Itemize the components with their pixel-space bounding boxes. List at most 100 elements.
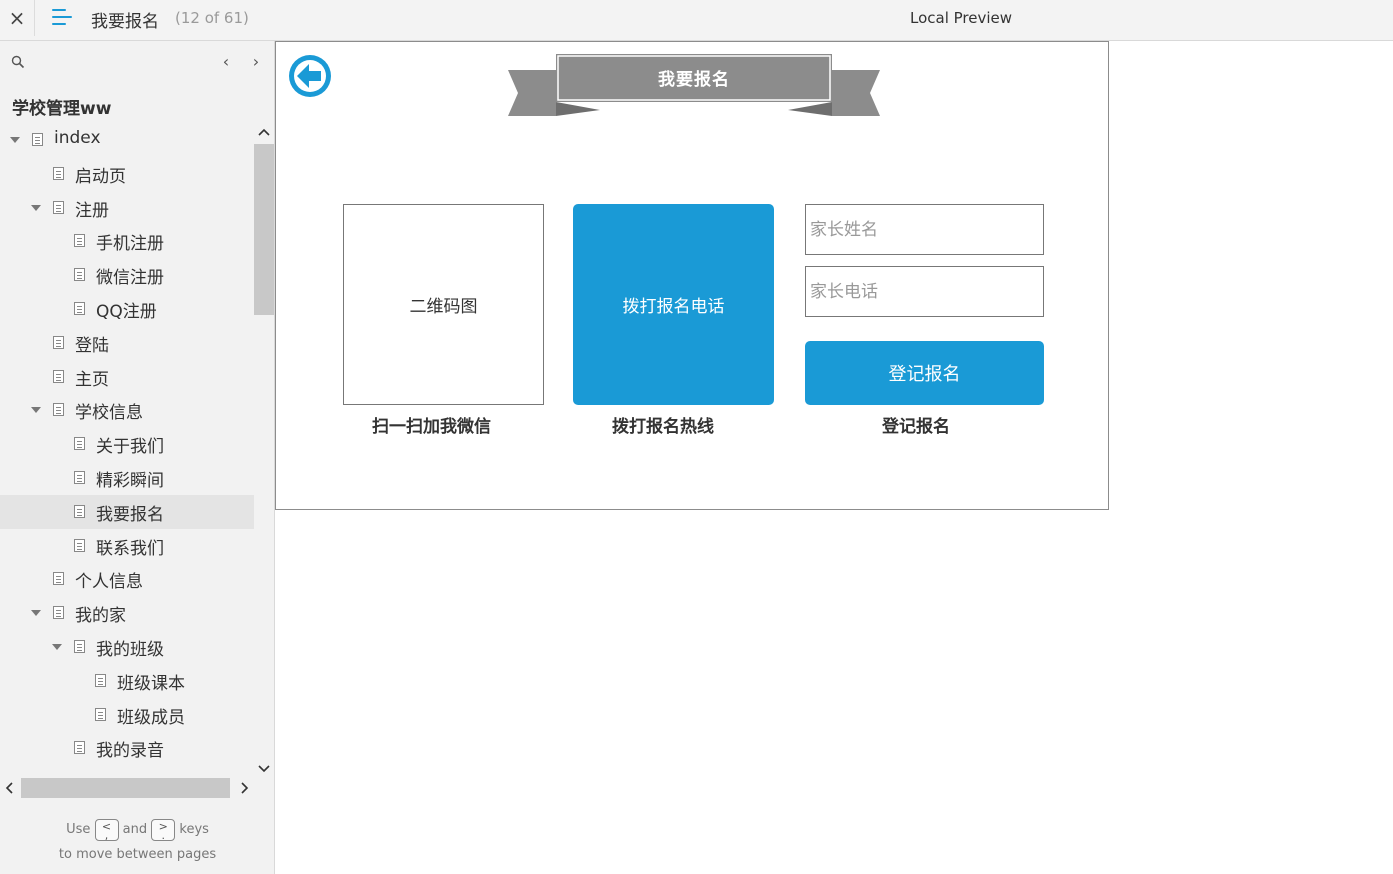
page-icon: [74, 538, 85, 552]
scroll-right-icon[interactable]: [237, 781, 251, 795]
preview-label: Local Preview: [910, 9, 1013, 27]
tree-item-label: 班级成员: [117, 707, 185, 728]
tree-item-label: 我的班级: [96, 640, 164, 660]
project-name: 学校管理ww: [12, 99, 112, 119]
tree-item[interactable]: 班级课本: [0, 664, 254, 698]
page-icon: [95, 707, 106, 721]
tree-item-label: 学校信息: [75, 403, 143, 424]
caption-register: 登记报名: [882, 417, 950, 437]
page-icon: [53, 572, 64, 586]
qr-label: 二维码图: [409, 297, 478, 317]
page-icon: [74, 234, 85, 248]
prototype-frame: 我要报名 二维码图 拨打报名电话 登记报名 扫一扫加我微信 拨打报名热线 登记报…: [275, 41, 1109, 510]
register-button-label: 登记报名: [888, 364, 961, 385]
parent-phone-input[interactable]: [805, 266, 1044, 317]
page-icon: [53, 606, 64, 620]
tree-item[interactable]: 精彩瞬间: [0, 461, 254, 495]
banner-title: 我要报名: [658, 70, 730, 90]
page-tree: index 启动页注册手机注册微信注册 QQ注册登陆主页学校信息关于我们精彩瞬间我要…: [0, 123, 254, 775]
tree-item-label: 我的积分: [96, 770, 164, 775]
tree-item[interactable]: 我的班级: [0, 630, 254, 664]
tree-item[interactable]: 手机注册: [0, 224, 254, 258]
register-button[interactable]: 登记报名: [805, 341, 1044, 405]
tree-item-label: 注册: [75, 200, 109, 221]
sitemap-menu-icon[interactable]: [52, 8, 74, 28]
scroll-up-icon[interactable]: [257, 126, 271, 140]
tree-item-label: index: [54, 128, 101, 148]
back-arrow-icon[interactable]: [288, 54, 332, 98]
tree-item[interactable]: 注册: [0, 191, 254, 225]
page-icon: [53, 335, 64, 349]
page-icon: [53, 200, 64, 214]
tree-item-label: 关于我们: [96, 437, 164, 458]
tree-item-label: 我要报名: [96, 504, 164, 525]
tree-item[interactable]: 我的录音: [0, 731, 254, 765]
vertical-scroll-thumb[interactable]: [254, 144, 274, 315]
page-icon: [53, 403, 64, 417]
close-icon: ×: [8, 6, 26, 30]
page-icon: [32, 133, 43, 146]
tree-item[interactable]: 个人信息: [0, 562, 254, 596]
tree-item[interactable]: 我的家: [0, 596, 254, 630]
page-icon: [74, 504, 85, 518]
tree-item[interactable]: 主页: [0, 360, 254, 394]
tree-item-label: 启动页: [75, 166, 126, 187]
sitemap-sidebar: ‹ › 学校管理ww index 启动页注册手机注册微信注册 QQ注册登陆主页学校信…: [0, 41, 275, 874]
prev-key-icon: < ,: [94, 818, 119, 841]
hint-line2: to move between pages: [58, 847, 217, 862]
tree-item-label: QQ注册: [96, 302, 157, 322]
tree-item-label: 精彩瞬间: [96, 471, 164, 491]
page-count: (12 of 61): [175, 9, 249, 27]
page-icon: [74, 471, 85, 484]
qr-code-placeholder: 二维码图: [343, 204, 544, 405]
scroll-down-icon[interactable]: [257, 761, 271, 775]
page-icon: [74, 268, 85, 282]
tree-item[interactable]: 启动页: [0, 157, 254, 191]
tree-item[interactable]: 登陆: [0, 326, 254, 360]
tree-item-label: 我的家: [75, 606, 126, 627]
page-icon: [74, 437, 85, 451]
horizontal-scroll-thumb[interactable]: [21, 778, 230, 798]
page-icon: [74, 302, 85, 315]
tree-item-label: 联系我们: [96, 538, 164, 559]
tree-item-label: 个人信息: [75, 572, 143, 593]
tree-item-label: 班级课本: [117, 673, 185, 694]
page-title: 我要报名: [91, 12, 159, 32]
close-button[interactable]: ×: [0, 0, 35, 36]
tree-item[interactable]: 班级成员: [0, 698, 254, 732]
tree-item-label: 微信注册: [96, 268, 164, 289]
tree-item-label: 主页: [75, 369, 109, 390]
parent-name-input[interactable]: [805, 204, 1044, 255]
caption-scan-wechat: 扫一扫加我微信: [372, 417, 491, 437]
hint-use: Use: [66, 822, 91, 837]
expand-caret-icon[interactable]: [31, 204, 41, 211]
tree-item[interactable]: 学校信息: [0, 393, 254, 427]
hint-keys: keys: [179, 822, 209, 837]
page-icon: [74, 640, 85, 653]
tree-item[interactable]: index: [0, 123, 254, 157]
next-key-icon: > .: [151, 818, 176, 841]
tree-item-label: 登陆: [75, 335, 109, 356]
expand-caret-icon[interactable]: [52, 644, 62, 650]
tree-item[interactable]: 关于我们: [0, 427, 254, 461]
previous-page-icon[interactable]: ‹: [218, 53, 234, 71]
tree-item[interactable]: 我的积分: [0, 765, 254, 775]
tree-item-label: 我的录音: [96, 741, 164, 762]
scroll-left-icon[interactable]: [3, 781, 17, 795]
tree-item[interactable]: QQ注册: [0, 292, 254, 326]
tree-item[interactable]: 我要报名: [0, 494, 254, 529]
tree-item[interactable]: 微信注册: [0, 258, 254, 292]
tree-item-label: 手机注册: [96, 234, 164, 255]
call-enrollment-button[interactable]: 拨打报名电话: [573, 204, 774, 405]
expand-caret-icon[interactable]: [31, 610, 41, 617]
page-icon: [53, 166, 64, 180]
expand-caret-icon[interactable]: [10, 137, 20, 143]
search-icon[interactable]: [11, 55, 25, 69]
page-icon: [74, 741, 85, 755]
caption-call-hotline: 拨打报名热线: [612, 417, 714, 437]
top-bar: × 我要报名 (12 of 61) Local Preview: [0, 0, 1393, 41]
expand-caret-icon[interactable]: [31, 407, 41, 414]
tree-item[interactable]: 联系我们: [0, 529, 254, 563]
next-page-icon[interactable]: ›: [248, 53, 264, 71]
call-button-label: 拨打报名电话: [622, 297, 725, 317]
